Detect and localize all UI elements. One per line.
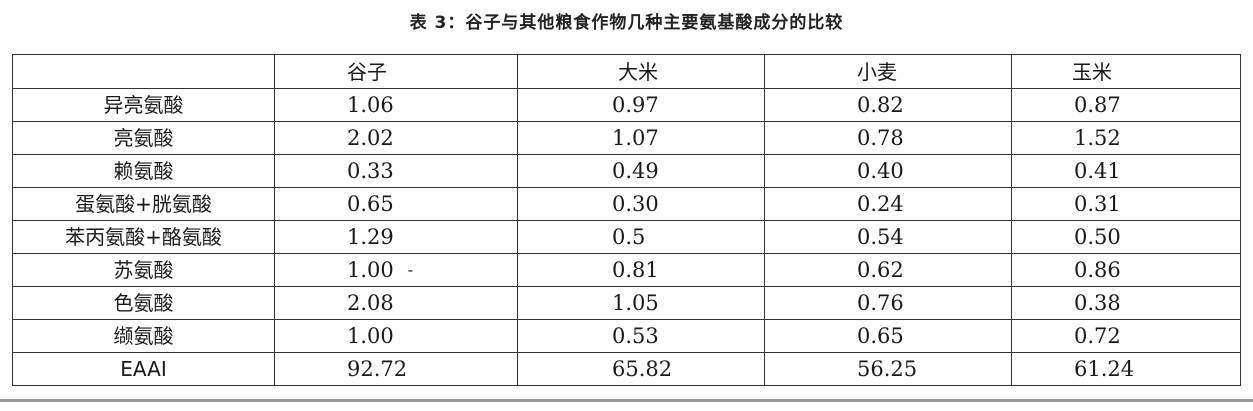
row-label: 蛋氨酸+胱氨酸 [12, 187, 275, 221]
table-cell: 0.97 [517, 88, 765, 122]
table-cell: 1.00- [274, 253, 518, 287]
table-caption: 表 3：谷子与其他粮食作物几种主要氨基酸成分的比较 [409, 13, 844, 33]
table-cell: 0.5 [517, 220, 765, 254]
table-cell: 0.81 [517, 253, 765, 287]
table-cell: 1.07 [517, 121, 765, 155]
table-row: 赖氨酸 0.33 0.49 0.40 0.41 [12, 154, 1241, 188]
table-cell: 61.24 [1011, 352, 1241, 386]
table-cell: 56.25 [764, 352, 1012, 386]
table-cell: 2.08 [274, 286, 518, 320]
row-label: 亮氨酸 [12, 121, 275, 155]
table-header-row: 谷子 大米 小麦 玉米 [12, 54, 1241, 89]
table-row: 异亮氨酸 1.06 0.97 0.82 0.87 [12, 88, 1241, 122]
table-cell: 0.33 [274, 154, 518, 188]
table-cell: 0.31 [1011, 187, 1241, 221]
table-cell: 1.52 [1011, 121, 1241, 155]
cell-value: 1.00 [347, 258, 394, 282]
table-cell: 0.50 [1011, 220, 1241, 254]
table-cell: 0.86 [1011, 253, 1241, 287]
table-row: EAAI 92.72 65.82 56.25 61.24 [12, 352, 1241, 386]
table-cell: 0.76 [764, 286, 1012, 320]
table-cell: 0.41 [1011, 154, 1241, 188]
table-cell: 0.65 [764, 319, 1012, 353]
table-cell: 2.02 [274, 121, 518, 155]
table-row: 色氨酸 2.08 1.05 0.76 0.38 [12, 286, 1241, 320]
table-row: 蛋氨酸+胱氨酸 0.65 0.30 0.24 0.31 [12, 187, 1241, 221]
table-cell: 0.38 [1011, 286, 1241, 320]
row-label: 色氨酸 [12, 286, 275, 320]
row-label: EAAI [12, 352, 275, 386]
column-header-rice: 大米 [517, 54, 765, 89]
table-row: 亮氨酸 2.02 1.07 0.78 1.52 [12, 121, 1241, 155]
row-label: 赖氨酸 [12, 154, 275, 188]
table-row: 缬氨酸 1.00 0.53 0.65 0.72 [12, 319, 1241, 353]
table-cell: 0.54 [764, 220, 1012, 254]
table-cell: 0.87 [1011, 88, 1241, 122]
table-cell: 0.53 [517, 319, 765, 353]
table-cell: 1.06 [274, 88, 518, 122]
table-corner-cell [12, 54, 275, 89]
table-cell: 1.29 [274, 220, 518, 254]
table-cell: 0.82 [764, 88, 1012, 122]
row-label: 缬氨酸 [12, 319, 275, 353]
amino-acid-table-container: 谷子 大米 小麦 玉米 异亮氨酸 1.06 0.97 0.82 0.87 亮氨酸… [12, 54, 1241, 386]
row-label: 异亮氨酸 [12, 88, 275, 122]
amino-acid-table: 谷子 大米 小麦 玉米 异亮氨酸 1.06 0.97 0.82 0.87 亮氨酸… [12, 54, 1241, 386]
column-header-millet: 谷子 [274, 54, 518, 89]
column-header-corn: 玉米 [1011, 54, 1241, 89]
table-cell: 0.62 [764, 253, 1012, 287]
column-header-wheat: 小麦 [764, 54, 1012, 89]
table-cell: 1.05 [517, 286, 765, 320]
table-cell: 0.72 [1011, 319, 1241, 353]
table-cell: 0.65 [274, 187, 518, 221]
bottom-divider [0, 399, 1253, 402]
table-row: 苏氨酸 1.00- 0.81 0.62 0.86 [12, 253, 1241, 287]
table-cell: 0.24 [764, 187, 1012, 221]
table-cell: 0.49 [517, 154, 765, 188]
stray-mark: - [407, 260, 414, 279]
row-label: 苏氨酸 [12, 253, 275, 287]
table-cell: 1.00 [274, 319, 518, 353]
table-cell: 92.72 [274, 352, 518, 386]
table-cell: 0.40 [764, 154, 1012, 188]
row-label: 苯丙氨酸+酪氨酸 [12, 220, 275, 254]
table-row: 苯丙氨酸+酪氨酸 1.29 0.5 0.54 0.50 [12, 220, 1241, 254]
table-cell: 0.30 [517, 187, 765, 221]
table-cell: 65.82 [517, 352, 765, 386]
table-cell: 0.78 [764, 121, 1012, 155]
